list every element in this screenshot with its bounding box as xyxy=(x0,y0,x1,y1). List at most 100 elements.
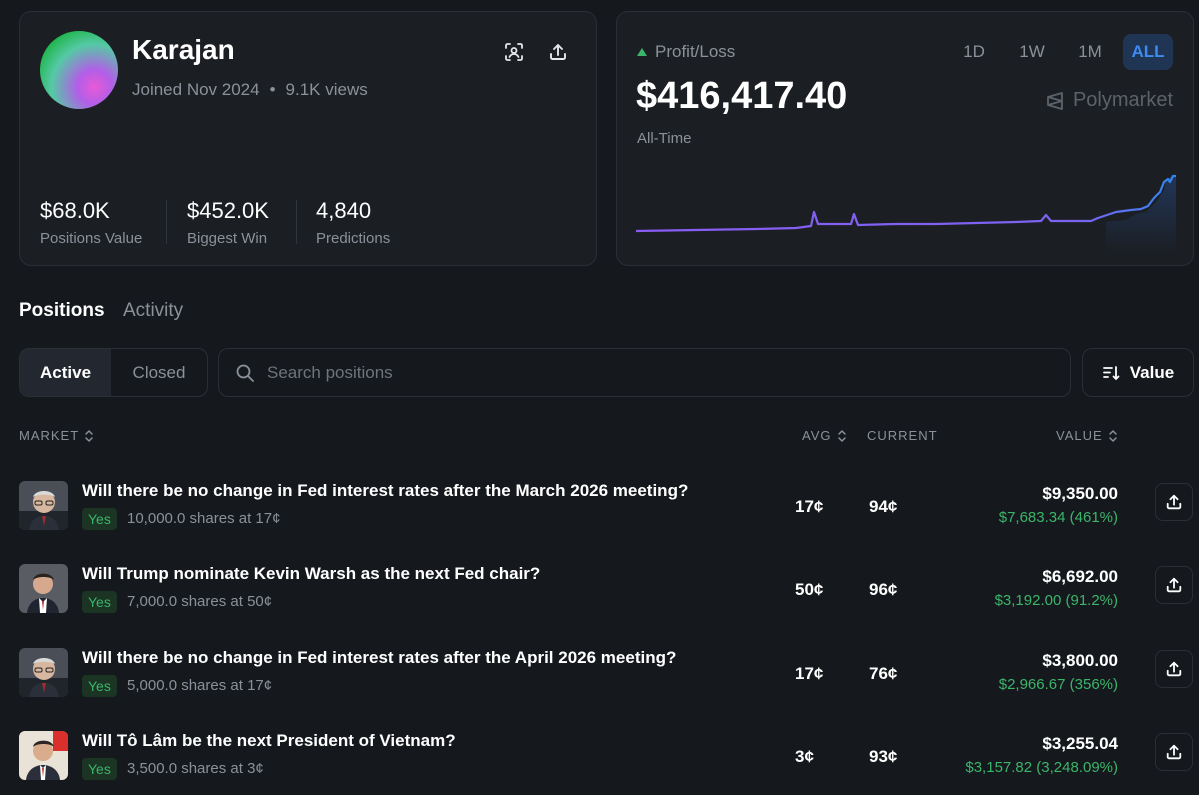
position-value: $6,692.00 xyxy=(1042,567,1118,586)
sort-updown-icon xyxy=(85,429,93,442)
stat-value: 4,840 xyxy=(316,198,372,223)
outcome-badge: Yes xyxy=(82,675,117,697)
stat-predictions: 4,840 Predictions xyxy=(316,198,390,247)
market-thumbnail xyxy=(19,564,68,613)
market-title[interactable]: Will Trump nominate Kevin Warsh as the n… xyxy=(82,564,540,584)
shares-text: 7,000.0 shares at 50¢ xyxy=(127,593,273,610)
username: Karajan xyxy=(132,34,235,65)
sort-updown-icon xyxy=(837,429,846,442)
market-title[interactable]: Will there be no change in Fed interest … xyxy=(82,648,676,668)
joined-date: Joined Nov 2024 xyxy=(132,80,260,99)
range-tab-all[interactable]: ALL xyxy=(1123,34,1173,70)
range-tab-1m[interactable]: 1M xyxy=(1065,34,1115,70)
search-icon xyxy=(236,364,254,382)
column-label: AVG xyxy=(802,428,832,443)
stat-label: Biggest Win xyxy=(187,230,268,247)
avatar xyxy=(40,31,118,109)
pnl-amount: $416,417.40 xyxy=(636,75,848,117)
column-label: MARKET xyxy=(19,428,80,443)
column-value[interactable]: VALUE xyxy=(1056,428,1118,443)
meta-separator: • xyxy=(269,80,276,99)
position-value: $3,800.00 xyxy=(1042,651,1118,670)
brand-name: Polymarket xyxy=(1072,89,1173,111)
pnl-label: Profit/Loss xyxy=(655,42,736,61)
column-current: CURRENT xyxy=(867,428,938,443)
row-share-button[interactable] xyxy=(1155,566,1193,604)
views-count: 9.1K views xyxy=(285,80,368,99)
position-value: $9,350.00 xyxy=(1042,484,1118,503)
stat-divider xyxy=(296,200,297,244)
stat-biggest-win: $452.0K Biggest Win xyxy=(187,198,269,247)
search-input[interactable] xyxy=(267,362,1047,383)
column-label: VALUE xyxy=(1056,428,1103,443)
current-price: 93¢ xyxy=(869,747,898,766)
profile-meta: Joined Nov 2024 • 9.1K views xyxy=(132,80,368,100)
avg-price: 50¢ xyxy=(795,580,824,599)
search-box xyxy=(218,348,1071,397)
sort-value-button[interactable]: Value xyxy=(1082,348,1194,397)
pnl-period: All-Time xyxy=(637,130,692,147)
position-pnl: $2,966.67 (356%) xyxy=(998,676,1118,693)
market-thumbnail xyxy=(19,731,68,780)
table-row[interactable]: Will Trump nominate Kevin Warsh as the n… xyxy=(0,545,1199,628)
position-pnl: $3,157.82 (3,248.09%) xyxy=(965,759,1118,776)
position-pnl: $7,683.34 (461%) xyxy=(998,509,1118,526)
market-title[interactable]: Will Tô Lâm be the next President of Vie… xyxy=(82,731,456,751)
range-tab-1w[interactable]: 1W xyxy=(1007,34,1057,70)
sort-updown-icon xyxy=(1108,429,1117,442)
pnl-card: Profit/Loss $416,417.40 All-Time 1D 1W 1… xyxy=(616,11,1194,266)
share-icon xyxy=(1166,577,1182,593)
shares-text: 10,000.0 shares at 17¢ xyxy=(127,510,281,527)
row-share-button[interactable] xyxy=(1155,483,1193,521)
shares-text: 3,500.0 shares at 3¢ xyxy=(127,760,264,777)
outcome-badge: Yes xyxy=(82,508,117,530)
profile-card: Karajan Joined Nov 2024 • 9.1K views $68.0… xyxy=(19,11,597,266)
range-tab-1d[interactable]: 1D xyxy=(949,34,999,70)
stat-divider xyxy=(166,200,167,244)
market-title[interactable]: Will there be no change in Fed interest … xyxy=(82,481,688,501)
column-avg[interactable]: AVG xyxy=(802,428,847,443)
column-market[interactable]: MARKET xyxy=(19,428,94,443)
filter-active-button[interactable]: Active xyxy=(20,349,112,396)
current-price: 76¢ xyxy=(869,664,898,683)
current-price: 94¢ xyxy=(869,497,898,516)
tab-positions[interactable]: Positions xyxy=(19,300,105,322)
stat-label: Predictions xyxy=(316,230,391,247)
share-icon xyxy=(1166,744,1182,760)
triangle-up-icon xyxy=(637,48,647,56)
stat-label: Positions Value xyxy=(40,230,143,247)
sort-label: Value xyxy=(1129,362,1175,382)
table-row[interactable]: Will there be no change in Fed interest … xyxy=(0,462,1199,545)
tab-activity[interactable]: Activity xyxy=(123,300,183,322)
market-thumbnail xyxy=(19,648,68,697)
sort-icon xyxy=(1102,365,1120,380)
range-tabs: 1D 1W 1M ALL xyxy=(949,34,1173,70)
row-share-button[interactable] xyxy=(1155,733,1193,771)
share-icon[interactable] xyxy=(544,38,572,66)
position-value: $3,255.04 xyxy=(1042,734,1118,753)
pnl-header: Profit/Loss xyxy=(637,42,735,62)
scan-icon[interactable] xyxy=(500,38,528,66)
table-row[interactable]: Will Tô Lâm be the next President of Vie… xyxy=(0,712,1199,795)
share-icon xyxy=(1166,494,1182,510)
position-pnl: $3,192.00 (91.2%) xyxy=(994,592,1118,609)
polymarket-logo-icon xyxy=(1047,91,1063,110)
avg-price: 17¢ xyxy=(795,664,824,683)
shares-text: 5,000.0 shares at 17¢ xyxy=(127,677,273,694)
table-row[interactable]: Will there be no change in Fed interest … xyxy=(0,629,1199,712)
filter-closed-button[interactable]: Closed xyxy=(111,349,207,396)
row-share-button[interactable] xyxy=(1155,650,1193,688)
current-price: 96¢ xyxy=(869,580,898,599)
avg-price: 3¢ xyxy=(795,747,814,766)
stat-value: $68.0K xyxy=(40,198,110,223)
share-icon xyxy=(1166,661,1182,677)
outcome-badge: Yes xyxy=(82,591,117,613)
status-segmented-control: Active Closed xyxy=(19,348,208,397)
stat-value: $452.0K xyxy=(187,198,269,223)
avg-price: 17¢ xyxy=(795,497,824,516)
stat-positions-value: $68.0K Positions Value xyxy=(40,198,142,247)
column-label: CURRENT xyxy=(867,428,938,443)
outcome-badge: Yes xyxy=(82,758,117,780)
polymarket-brand: Polymarket xyxy=(1045,89,1173,112)
market-thumbnail xyxy=(19,481,68,530)
